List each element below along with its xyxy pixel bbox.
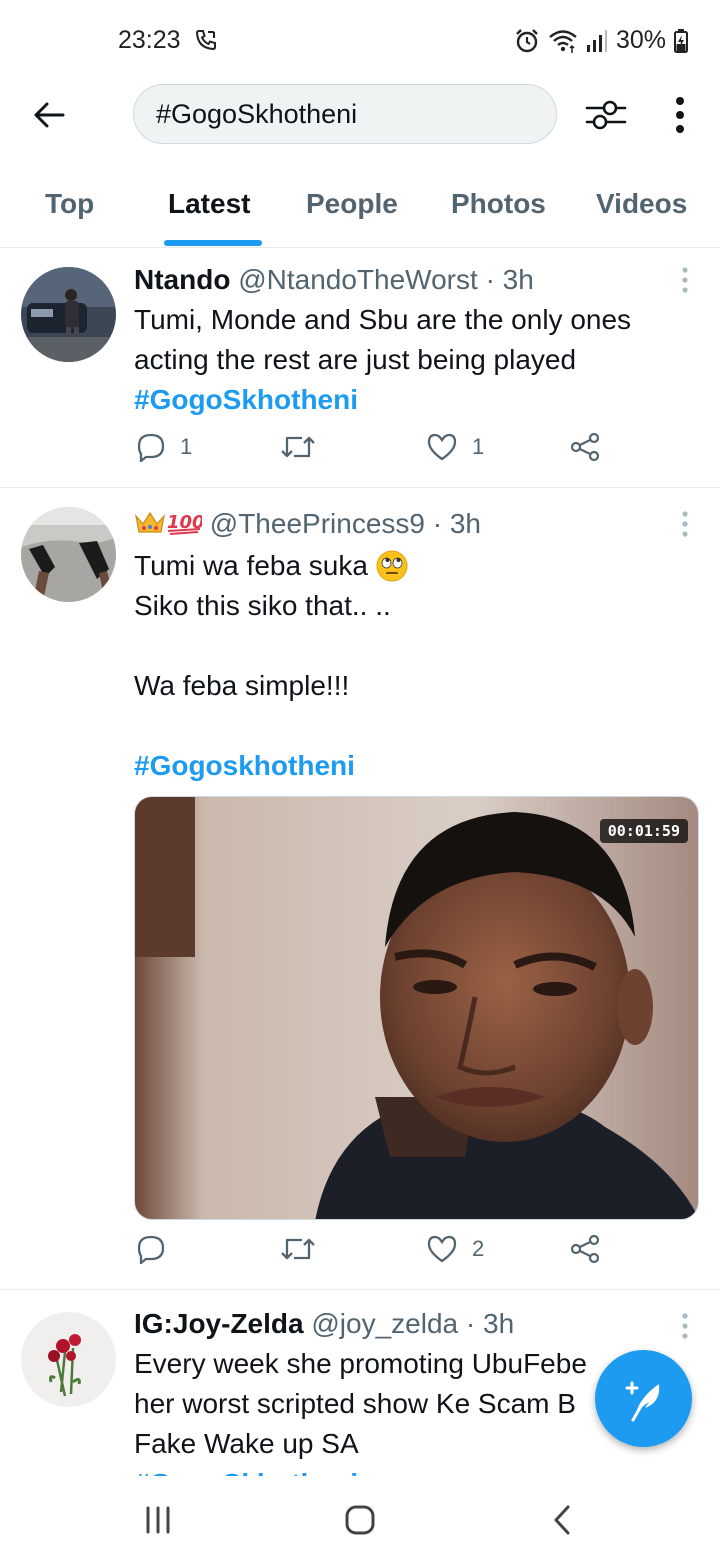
status-icons: 30% (514, 26, 688, 55)
reply-count: 1 (180, 434, 193, 459)
share-button[interactable] (570, 1234, 600, 1264)
like-count: 2 (472, 1236, 485, 1261)
hashtag-link[interactable]: #GogoSkhotheni (134, 380, 704, 420)
arrow-left-icon (34, 102, 65, 128)
separator-dot: · (432, 508, 450, 539)
tweet-menu-icon[interactable] (676, 1312, 694, 1342)
tweet-actions: 2 (136, 1234, 616, 1274)
tab-photos[interactable]: Photos (451, 188, 546, 220)
retweet-button[interactable] (280, 432, 316, 462)
status-time: 23:23 (118, 26, 181, 54)
compose-tweet-button[interactable] (595, 1350, 692, 1447)
share-icon (570, 1234, 600, 1264)
tweet-menu-icon[interactable] (676, 266, 694, 296)
hashtag-link[interactable]: #Gogoskhotheni (134, 746, 704, 786)
tweet-time: 3h (502, 264, 534, 295)
wifi-icon (549, 29, 577, 53)
tweet-line (134, 706, 704, 746)
tweet-line: Tumi wa feba suka (134, 546, 704, 586)
avatar[interactable] (21, 267, 116, 362)
separator-dot: · (485, 264, 503, 295)
more-options-button[interactable] (664, 92, 696, 138)
back-button[interactable] (26, 92, 72, 138)
tweet-video[interactable]: 00:01:59 (134, 796, 699, 1220)
reply-icon (137, 433, 165, 462)
tweet-text: Tumi, Monde and Sbu are the only ones ac… (134, 300, 704, 420)
user-handle[interactable]: @TheePrincess9 (210, 508, 425, 539)
phone-call-icon (195, 30, 216, 51)
home-button[interactable] (340, 1502, 380, 1538)
chevron-left-icon (554, 1505, 570, 1535)
tweet-actions: 1 1 (136, 432, 616, 472)
vertical-dots-icon (676, 97, 684, 133)
retweet-button[interactable] (280, 1234, 316, 1264)
avatar-photo (21, 1312, 116, 1407)
tweet-line: Wa feba simple!!! (134, 670, 350, 701)
retweet-icon (281, 436, 315, 458)
share-button[interactable] (570, 432, 600, 462)
display-name[interactable]: IG:Joy-Zelda (134, 1308, 304, 1339)
reply-icon (137, 1235, 165, 1264)
search-tabs: Top Latest People Photos Videos (0, 174, 720, 248)
tweet-line: Siko this siko that.. .. (134, 590, 391, 621)
tweet-line: Tumi, Monde and Sbu are the only ones (134, 304, 632, 335)
user-handle[interactable]: @joy_zelda (311, 1308, 458, 1339)
signal-icon (586, 29, 607, 52)
retweet-icon (281, 1238, 315, 1260)
tab-people[interactable]: People (306, 188, 398, 220)
like-count: 1 (472, 434, 485, 459)
tweet-menu-icon[interactable] (676, 510, 694, 540)
video-thumbnail (135, 797, 698, 1219)
tweet[interactable]: 100 @TheePrincess9 · 3h Tumi wa feba suk… (0, 488, 720, 1290)
home-icon (345, 1505, 375, 1535)
tweet[interactable]: Ntando @NtandoTheWorst · 3h Tumi, Monde … (0, 248, 720, 488)
avatar[interactable] (21, 507, 116, 602)
avatar-photo (21, 267, 116, 362)
eye-roll-emoji (376, 550, 408, 582)
tweet-header: IG:Joy-Zelda @joy_zelda · 3h (134, 1308, 514, 1340)
tab-latest[interactable]: Latest (168, 188, 250, 220)
separator-dot: · (465, 1308, 483, 1339)
user-handle[interactable]: @NtandoTheWorst (238, 264, 478, 295)
tweet-header: 100 @TheePrincess9 · 3h (134, 508, 481, 540)
search-input[interactable]: #GogoSkhotheni (133, 84, 557, 144)
avatar-photo (21, 507, 116, 602)
heart-icon (427, 433, 457, 461)
compose-feather-icon (625, 1381, 659, 1421)
tweet-text: Tumi wa feba suka Siko this siko that.. … (134, 546, 704, 786)
reply-button[interactable] (136, 1234, 166, 1264)
alarm-icon (516, 28, 538, 52)
recent-apps-button[interactable] (138, 1502, 178, 1538)
active-tab-indicator (164, 240, 262, 246)
like-button[interactable]: 2 (426, 1234, 484, 1264)
hundred-points-emoji: 100 (167, 512, 205, 535)
reply-button[interactable]: 1 (136, 432, 192, 462)
nav-back-button[interactable] (542, 1502, 582, 1538)
tweet-line-text: Tumi wa feba suka (134, 550, 368, 581)
like-button[interactable]: 1 (426, 432, 484, 462)
battery-percent: 30% (615, 26, 666, 54)
tweet-line: acting the rest are just being played (134, 344, 577, 375)
heart-icon (427, 1235, 457, 1263)
display-name[interactable]: Ntando (134, 264, 230, 295)
share-icon (570, 432, 600, 462)
search-filter-icon[interactable] (584, 94, 628, 136)
crown-emoji (135, 511, 165, 533)
tab-videos[interactable]: Videos (596, 188, 687, 220)
status-bar: 23:23 30% (0, 0, 720, 84)
recent-apps-icon (146, 1506, 170, 1534)
avatar[interactable] (21, 1312, 116, 1407)
search-query: #GogoSkhotheni (156, 98, 358, 129)
tweet-time: 3h (449, 508, 482, 539)
battery-charging-icon (674, 28, 688, 53)
tweet-line (134, 626, 704, 666)
tweet-header: Ntando @NtandoTheWorst · 3h (134, 264, 534, 296)
hashtag-link[interactable]: #GogoSkhotheni (134, 1464, 704, 1476)
search-header: #GogoSkhotheni (0, 84, 720, 146)
video-duration: 00:01:59 (599, 819, 688, 843)
tweet-time: 3h (483, 1308, 515, 1339)
tab-top[interactable]: Top (45, 188, 94, 220)
system-nav-bar (0, 1478, 720, 1560)
